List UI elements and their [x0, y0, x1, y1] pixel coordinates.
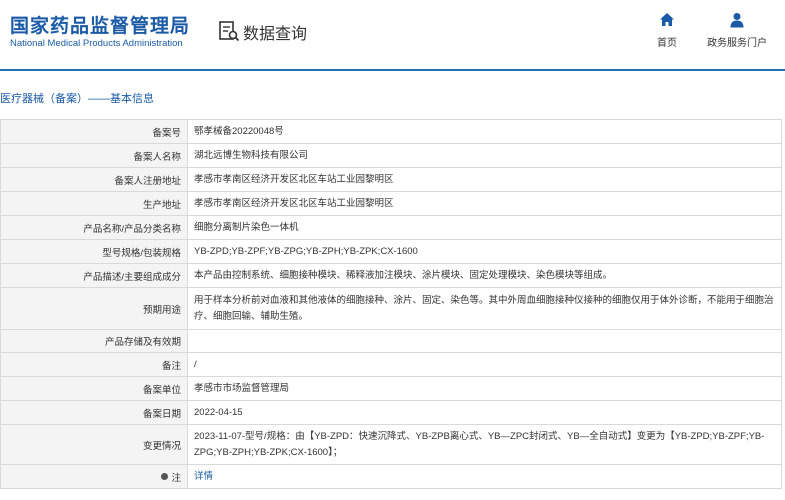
note-row-value: 详情: [188, 465, 782, 488]
table-row: 备注 /: [0, 353, 782, 377]
row-label: 预期用途: [0, 288, 188, 329]
row-label: 备案单位: [0, 377, 188, 400]
table-row: 产品名称/产品分类名称 细胞分离制片染色一体机: [0, 216, 782, 240]
row-value: 细胞分离制片染色一体机: [188, 216, 782, 239]
row-value: 本产品由控制系统、细胞接种模块、稀释液加注模块、涂片模块、固定处理模块、染色模块…: [188, 264, 782, 287]
row-label: 备案人名称: [0, 144, 188, 167]
row-value: 孝感市市场监督管理局: [188, 377, 782, 400]
row-label: 产品描述/主要组成成分: [0, 264, 188, 287]
header-divider: [0, 69, 785, 71]
data-query-title: 数据查询: [243, 26, 308, 43]
row-value: [188, 330, 782, 352]
row-label: 产品名称/产品分类名称: [0, 216, 188, 239]
row-label: 备注: [0, 353, 188, 376]
site-header: 国家药品监督管理局 National Medical Products Admi…: [0, 0, 785, 68]
info-table: 备案号 鄂孝械备20220048号 备案人名称 湖北远博生物科技有限公司 备案人…: [0, 119, 782, 489]
row-value: 2022-04-15: [188, 401, 782, 424]
table-row: 备案号 鄂孝械备20220048号: [0, 120, 782, 144]
row-value: 2023-11-07-型号/规格：由【YB-ZPD：快速沉降式、YB-ZPB离心…: [188, 425, 782, 464]
row-label: 备案号: [0, 120, 188, 143]
row-value: 孝感市孝南区经济开发区北区车站工业园黎明区: [188, 192, 782, 215]
table-row: 备案单位 孝感市市场监督管理局: [0, 377, 782, 401]
table-row: 产品存储及有效期: [0, 330, 782, 353]
details-link[interactable]: 详情: [194, 469, 213, 485]
site-title-en[interactable]: National Medical Products Administration: [10, 38, 183, 49]
table-row: 型号规格/包装规格 YB-ZPD;YB-ZPF;YB-ZPG;YB-ZPH;YB…: [0, 240, 782, 264]
table-row: 备案人名称 湖北远博生物科技有限公司: [0, 144, 782, 168]
row-value: 孝感市孝南区经济开发区北区车站工业园黎明区: [188, 168, 782, 191]
row-value: YB-ZPD;YB-ZPF;YB-ZPG;YB-ZPH;YB-ZPK;CX-16…: [188, 240, 782, 263]
nav-home-label: 首页: [657, 38, 677, 49]
note-label: 注: [171, 472, 181, 484]
row-label: 变更情况: [0, 425, 188, 464]
note-row-label: 注: [0, 465, 188, 488]
row-label: 备案人注册地址: [0, 168, 188, 191]
nav-portal[interactable]: 政务服务门户: [702, 12, 772, 50]
row-label: 型号规格/包装规格: [0, 240, 188, 263]
section-title: 医疗器械（备案）——基本信息: [0, 93, 154, 105]
home-icon: [660, 13, 674, 26]
data-query-icon: [219, 21, 240, 42]
table-row: 变更情况 2023-11-07-型号/规格：由【YB-ZPD：快速沉降式、YB-…: [0, 425, 782, 465]
row-value: /: [188, 353, 782, 376]
table-row: 备案人注册地址 孝感市孝南区经济开发区北区车站工业园黎明区: [0, 168, 782, 192]
row-value: 湖北远博生物科技有限公司: [188, 144, 782, 167]
site-title-cn[interactable]: 国家药品监督管理局: [10, 11, 190, 38]
table-row: 产品描述/主要组成成分 本产品由控制系统、细胞接种模块、稀释液加注模块、涂片模块…: [0, 264, 782, 288]
row-label: 备案日期: [0, 401, 188, 424]
table-row: 预期用途 用于样本分析前对血液和其他液体的细胞接种、涂片、固定、染色等。其中外周…: [0, 288, 782, 330]
table-row: 生产地址 孝感市孝南区经济开发区北区车站工业园黎明区: [0, 192, 782, 216]
row-value: 用于样本分析前对血液和其他液体的细胞接种、涂片、固定、染色等。其中外周血细胞接种…: [188, 288, 782, 329]
table-row: 注 详情: [0, 465, 782, 489]
bullet-icon: [161, 473, 169, 480]
nav-home[interactable]: 首页: [650, 12, 684, 50]
row-value: 鄂孝械备20220048号: [188, 120, 782, 143]
nav-portal-label: 政务服务门户: [707, 38, 767, 49]
row-label: 生产地址: [0, 192, 188, 215]
table-row: 备案日期 2022-04-15: [0, 401, 782, 425]
row-label: 产品存储及有效期: [0, 330, 188, 352]
user-icon: [730, 13, 744, 28]
